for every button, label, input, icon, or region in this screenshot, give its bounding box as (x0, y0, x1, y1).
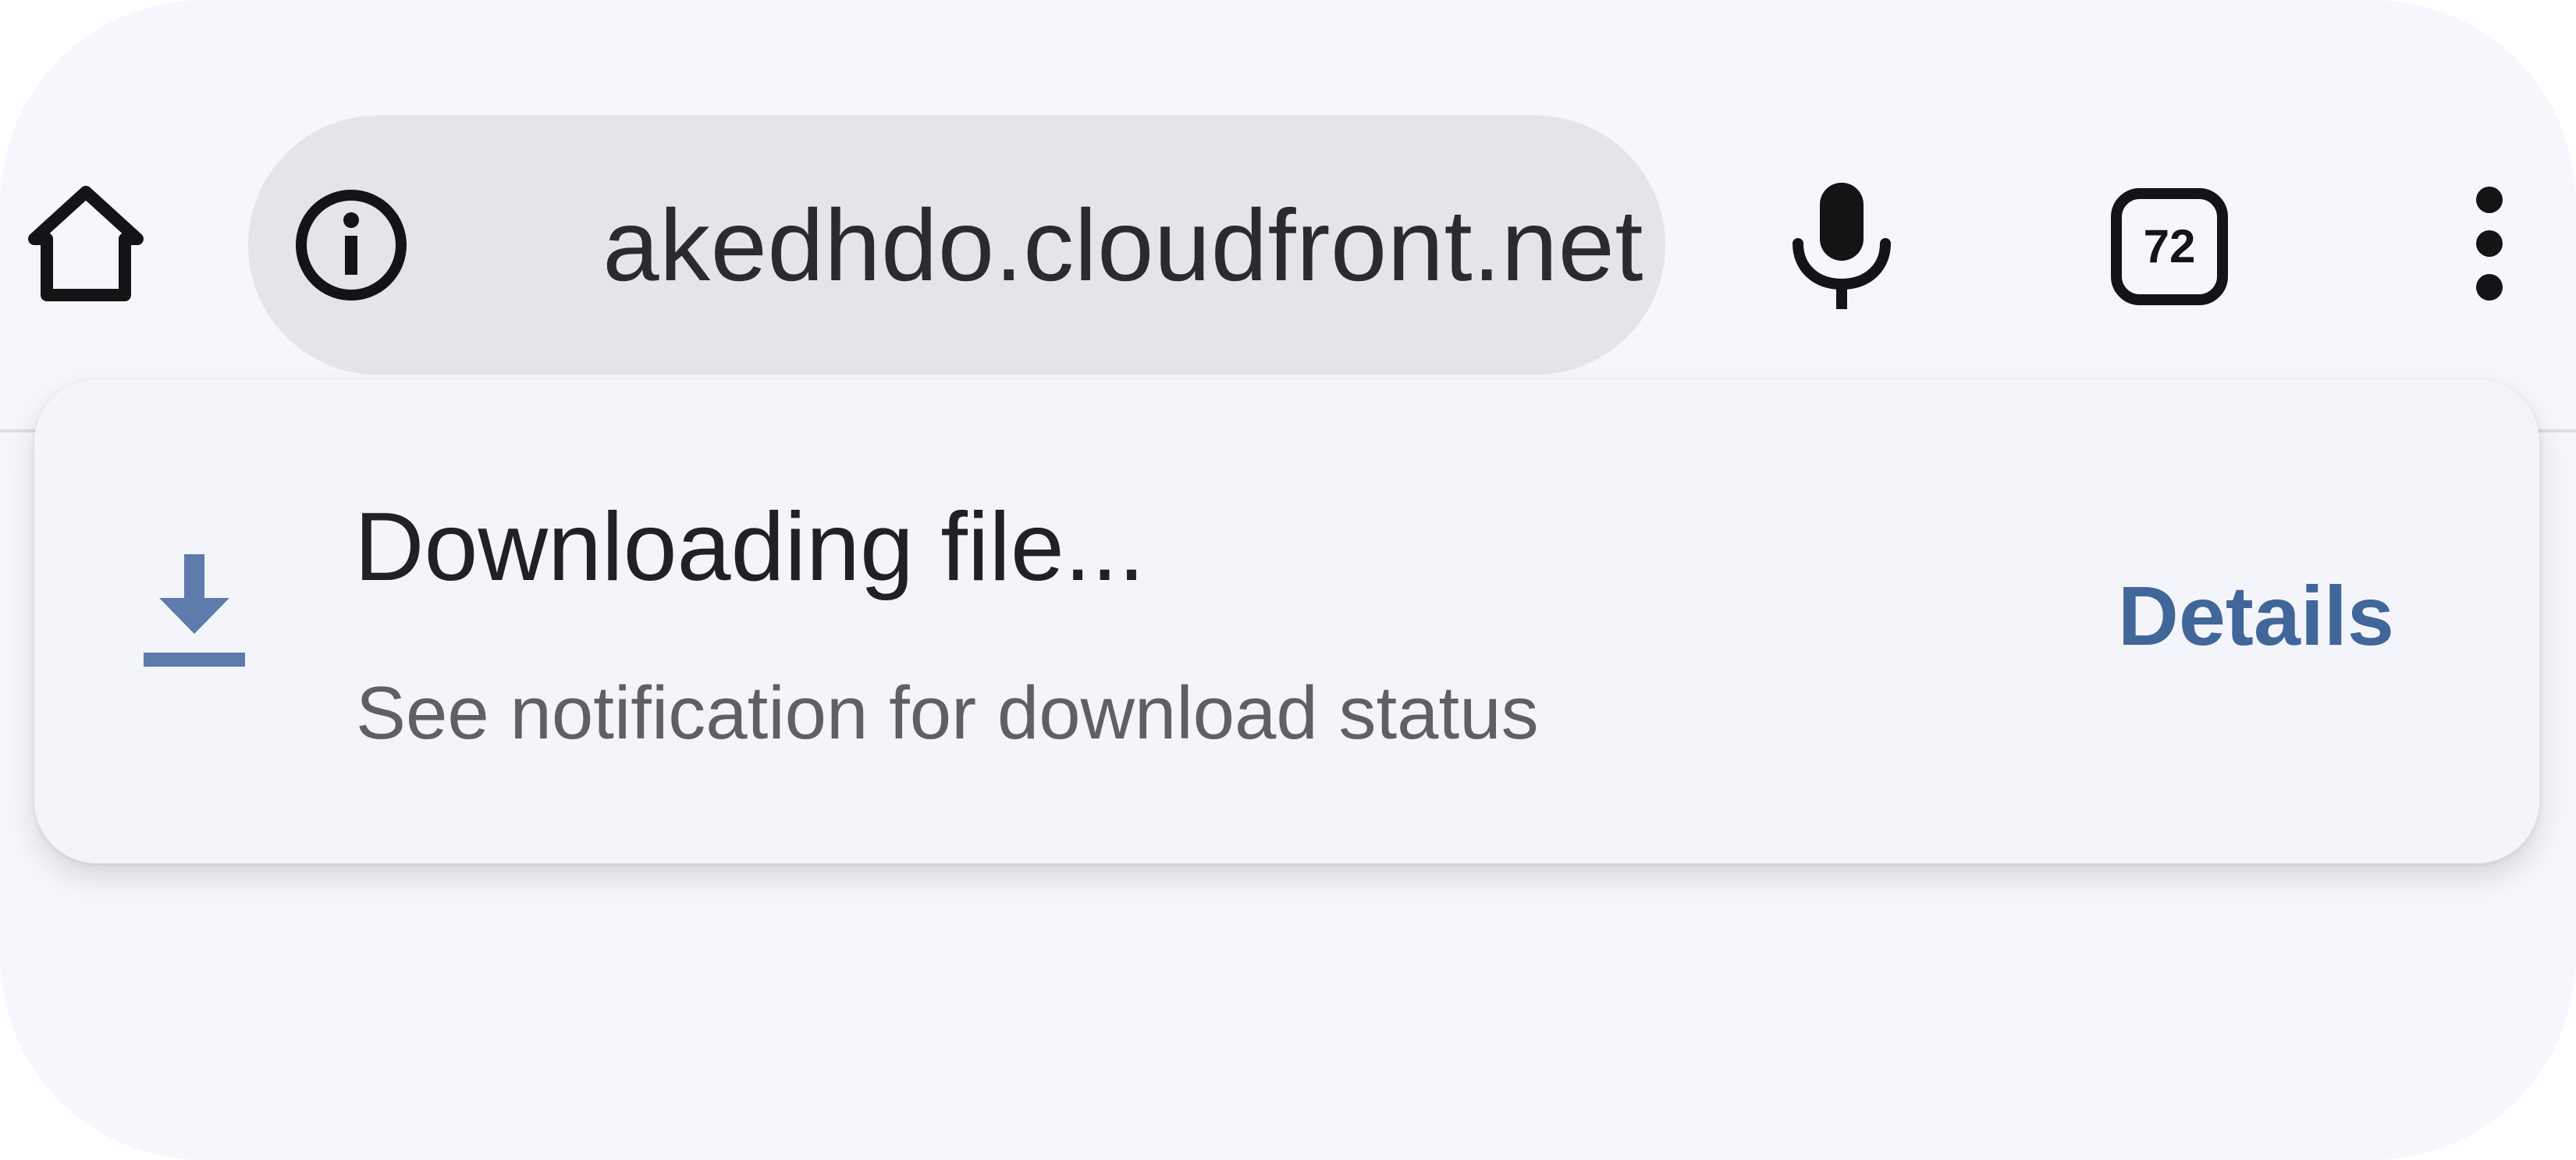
tab-count: 72 (2143, 220, 2196, 272)
download-subtitle: See notification for download status (356, 671, 1539, 755)
home-icon[interactable] (23, 181, 148, 306)
details-button[interactable]: Details (2118, 557, 2394, 674)
url-text: akedhdo.cloudfront.net (602, 188, 1643, 302)
download-snackbar: Downloading file... See notification for… (34, 379, 2539, 863)
more-vert-icon[interactable] (2443, 181, 2536, 306)
download-icon (144, 554, 245, 667)
address-bar[interactable]: akedhdo.cloudfront.net (248, 116, 1665, 375)
browser-toolbar: akedhdo.cloudfront.net 72 (0, 0, 2576, 429)
download-title: Downloading file... (354, 493, 1146, 601)
tab-switcher-button[interactable]: 72 (2107, 184, 2232, 309)
url-field[interactable]: akedhdo.cloudfront.net (457, 147, 1650, 343)
url-fade (457, 147, 504, 343)
mic-icon[interactable] (1771, 172, 1912, 312)
info-icon[interactable] (289, 183, 414, 308)
browser-screen: akedhdo.cloudfront.net 72 Downloading fi… (0, 0, 2576, 1160)
